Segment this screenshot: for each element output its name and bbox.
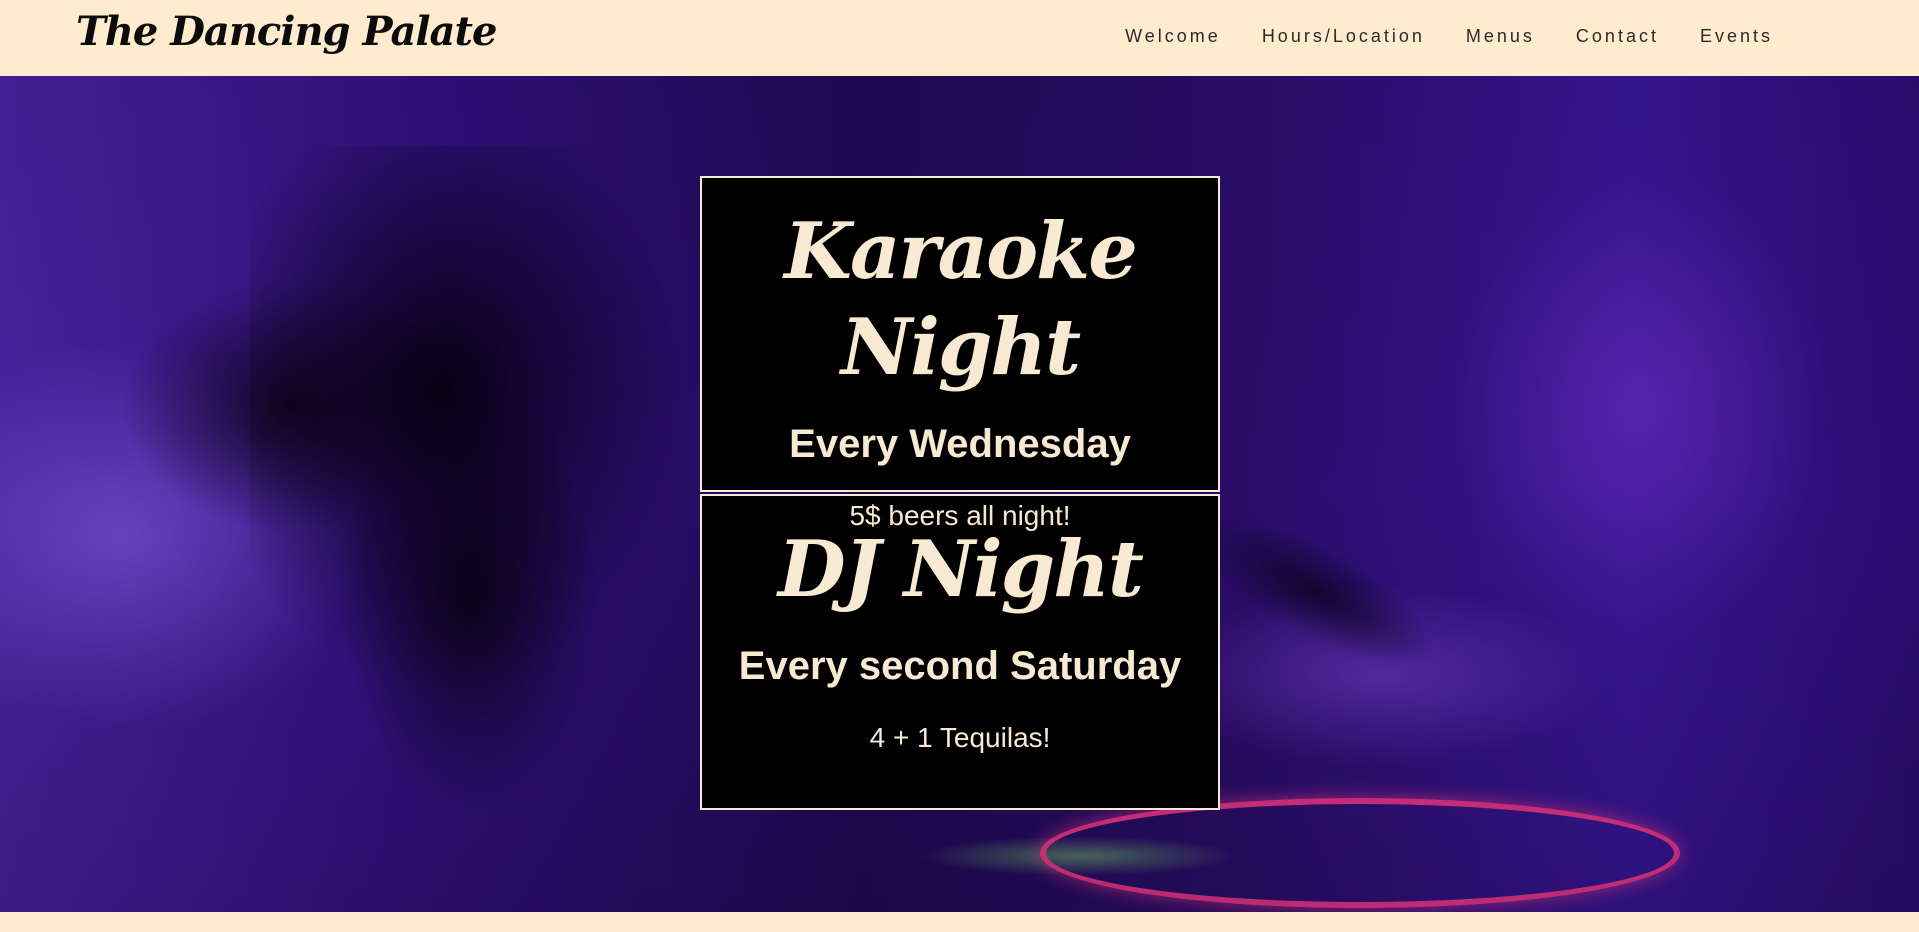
event-card-dj: DJ Night Every second Saturday 4 + 1 Teq… — [700, 494, 1220, 810]
events-list: Karaoke Night Every Wednesday 5$ beers a… — [700, 176, 1220, 810]
nav-contact[interactable]: Contact — [1576, 22, 1659, 50]
event-card-karaoke: Karaoke Night Every Wednesday 5$ beers a… — [700, 176, 1220, 531]
top-navbar: The Dancing Palate Welcome Hours/Locatio… — [0, 0, 1919, 76]
nav-menus[interactable]: Menus — [1466, 22, 1535, 50]
site-brand-logo[interactable]: The Dancing Palate — [76, 4, 497, 60]
nav-welcome[interactable]: Welcome — [1125, 22, 1221, 50]
event-title: Karaoke Night — [784, 206, 1138, 393]
nav-hours-location[interactable]: Hours/Location — [1262, 22, 1425, 50]
event-deal: 4 + 1 Tequilas! — [869, 722, 1051, 753]
event-schedule: Every Wednesday — [789, 422, 1131, 466]
nav-events[interactable]: Events — [1700, 22, 1773, 50]
event-schedule: Every second Saturday — [738, 644, 1182, 688]
main-navigation: Welcome Hours/Location Menus Contact Eve… — [1125, 22, 1773, 50]
